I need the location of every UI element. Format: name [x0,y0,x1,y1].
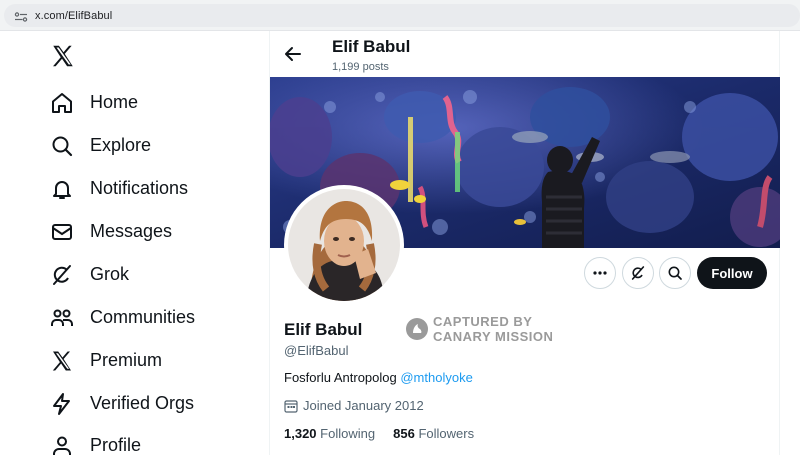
sidebar-item-label: Verified Orgs [90,393,195,413]
search-icon [52,136,73,157]
canary-logo-icon [406,318,428,340]
grok-button[interactable] [622,257,654,289]
joined-text: Joined January 2012 [303,398,424,413]
sidebar-item-communities[interactable]: Communities [40,298,240,338]
search-profile-button[interactable] [659,257,691,289]
sidebar-item-label: Profile [90,435,142,455]
profile-column: Elif Babul 1,199 posts Follow Elif Babul… [269,31,780,455]
more-dots-icon [593,271,607,275]
post-count: 1,199 posts [332,61,389,73]
profile-handle: @ElifBabul [284,343,349,358]
watermark-line2: CANARY MISSION [433,329,554,344]
following-label: Following [320,426,376,441]
search-icon [668,266,682,280]
header-title: Elif Babul [332,37,411,56]
back-arrow-icon[interactable] [280,41,306,67]
sidebar-item-notifications[interactable]: Notifications [40,169,240,209]
sidebar-item-grok[interactable]: Grok [40,255,240,295]
url-field[interactable]: x.com/ElifBabul [4,4,800,27]
envelope-icon [52,224,72,240]
browser-address-bar: x.com/ElifBabul [0,0,800,31]
sidebar-item-profile[interactable]: Profile [40,426,240,455]
following-count: 1,320 [284,426,317,441]
lightning-icon [53,393,70,415]
sidebar-item-label: Home [90,92,139,112]
more-options-button[interactable] [584,257,616,289]
sidebar-item-label: Communities [90,307,196,327]
bio-mention-link[interactable]: @mtholyoke [400,370,472,385]
grok-icon [631,266,645,280]
profile-name: Elif Babul [284,320,363,339]
sidebar-item-verified-orgs[interactable]: Verified Orgs [40,384,240,424]
calendar-icon [284,399,298,413]
person-icon [53,436,71,455]
sidebar-item-messages[interactable]: Messages [40,212,240,252]
x-logo-icon[interactable] [50,43,76,69]
bio-text: Fosforlu Antropolog [284,370,401,385]
grok-icon [53,265,71,285]
x-logo-icon [52,351,71,371]
sidebar: Home Explore Notifications Messages Grok… [0,31,269,455]
avatar-photo [288,189,400,301]
bell-icon [53,181,71,199]
follow-button[interactable]: Follow [697,257,767,289]
site-info-icon[interactable] [14,12,28,22]
sidebar-item-label: Explore [90,135,152,155]
sidebar-item-label: Notifications [90,178,189,198]
sidebar-item-label: Messages [90,221,173,241]
following-link[interactable]: 1,320 Following [284,426,375,441]
sidebar-item-explore[interactable]: Explore [40,126,240,166]
sidebar-item-label: Premium [90,350,163,370]
home-icon [52,93,72,113]
sidebar-item-premium[interactable]: Premium [40,341,240,381]
people-icon [51,309,73,326]
watermark-line1: CAPTURED BY [433,314,533,329]
followers-label: Followers [418,426,475,441]
sidebar-item-label: Grok [90,264,130,284]
joined-date: Joined January 2012 [284,398,424,413]
profile-bio: Fosforlu Antropolog @mtholyoke [284,370,473,385]
url-text: x.com/ElifBabul [35,10,113,22]
avatar[interactable] [284,185,404,305]
followers-link[interactable]: 856 Followers [393,426,474,441]
sidebar-item-home[interactable]: Home [40,83,240,123]
follow-stats: 1,320 Following 856 Followers [284,426,474,441]
followers-count: 856 [393,426,415,441]
